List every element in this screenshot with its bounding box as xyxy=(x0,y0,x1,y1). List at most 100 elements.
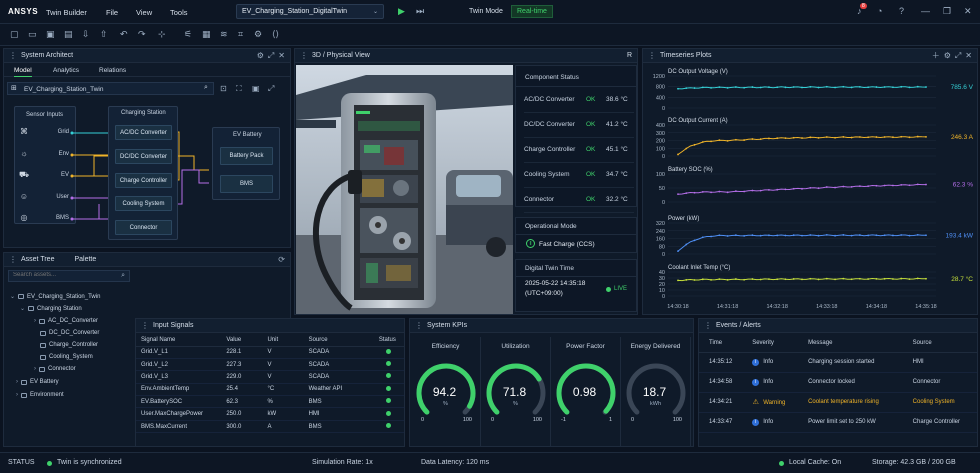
table-row[interactable]: 14:33:47 i Info Power limit set to 250 kW Ch… xyxy=(699,412,977,433)
undo-icon[interactable]: ↶ xyxy=(120,29,128,40)
export-icon[interactable]: ⇩ xyxy=(82,29,90,40)
open-folder-icon[interactable]: ▭ xyxy=(28,29,37,40)
fast-forward-icon[interactable]: ⏭ xyxy=(416,6,424,17)
col-time[interactable]: Time xyxy=(699,334,743,353)
drag-handle-icon[interactable]: ⋮ xyxy=(648,51,656,60)
signal-cell: A xyxy=(262,420,304,434)
block-battery-pack[interactable]: Battery Pack xyxy=(220,147,273,165)
tree-item[interactable]: ⌄ EV_Charging_Station_Twin xyxy=(10,293,100,301)
refresh-icon[interactable]: ⟳ xyxy=(278,255,285,264)
block-connector[interactable]: Connector xyxy=(115,220,172,235)
table-row[interactable]: Env.AmbientTemp 25.4 °C Weather API xyxy=(136,383,404,397)
drag-handle-icon[interactable]: ⋮ xyxy=(704,321,712,330)
col-source[interactable]: Source xyxy=(902,334,977,353)
col-message[interactable]: Message xyxy=(798,334,903,353)
block-charge-controller[interactable]: Charge Controller xyxy=(115,173,172,188)
twin-mode-badge[interactable]: Real-time xyxy=(511,5,553,18)
chart-4[interactable]: Coolant Inlet Temp (°C)40302010028.7 °C xyxy=(659,265,973,300)
expand-icon[interactable]: ⤢ xyxy=(955,51,961,60)
block-bms[interactable]: BMS xyxy=(220,175,273,193)
help-icon[interactable]: ? xyxy=(899,6,904,16)
menu-tools[interactable]: Tools xyxy=(170,8,188,17)
timeseries-charts[interactable]: DC Output Voltage (V)12008004000785.6 V D… xyxy=(642,64,978,316)
asset-icon xyxy=(18,294,25,299)
card-title: Operational Mode xyxy=(525,223,577,230)
add-icon[interactable]: ＋ xyxy=(932,51,940,60)
save-as-icon[interactable]: ▤ xyxy=(64,29,73,40)
block-ac-dc-converter[interactable]: AC/DC Converter xyxy=(115,125,172,140)
chip-icon[interactable]: ⌗ xyxy=(238,29,243,40)
table-row[interactable]: EV.BatterySOC 62.3% BMS xyxy=(136,395,404,409)
table-row[interactable]: 14:35:12 i Info Charging session started HMI xyxy=(699,352,977,373)
component-row[interactable]: Cooling System OK 34.7 °C xyxy=(524,162,634,188)
tab-palette[interactable]: Palette xyxy=(74,256,96,263)
col-header[interactable]: Value xyxy=(221,334,263,347)
event-severity: i Info xyxy=(742,412,799,433)
close-icon[interactable]: ✕ xyxy=(965,51,972,60)
tree-item[interactable]: › EV Battery xyxy=(16,379,59,385)
event-time: 14:35:12 xyxy=(699,352,743,373)
chart-3[interactable]: Power (kW)320 240 16080 0 193.4 kW xyxy=(656,216,974,258)
tree-item[interactable]: › Connector xyxy=(34,366,76,372)
component-row[interactable]: AC/DC Converter OK 38.6 °C xyxy=(524,87,634,113)
col-severity[interactable]: Severity xyxy=(742,334,799,353)
grid-icon[interactable]: ▦ xyxy=(202,29,211,40)
redo-icon[interactable]: ↷ xyxy=(138,29,146,40)
twin-time-card: Digital Twin Time 2025-05-22 14:35:18 (U… xyxy=(515,259,637,312)
data-point xyxy=(768,137,770,140)
component-row[interactable]: DC/DC Converter OK 41.2 °C xyxy=(524,112,634,138)
chart-0[interactable]: DC Output Voltage (V)1200 800 400 0 785.6 V xyxy=(653,69,974,112)
play-icon[interactable]: ▶ xyxy=(398,6,405,17)
restore-icon[interactable]: ❐ xyxy=(943,6,951,17)
component-row[interactable]: Connector OK 32.2 °C xyxy=(524,187,634,213)
reset-view-button[interactable]: R xyxy=(627,52,632,59)
save-icon[interactable]: ▣ xyxy=(46,29,55,40)
block-cooling-system[interactable]: Cooling System xyxy=(115,196,172,211)
gauge-icon[interactable]: ◔ xyxy=(877,6,882,16)
menu-view[interactable]: View xyxy=(136,8,152,17)
settings-icon[interactable]: ⚙ xyxy=(254,29,262,40)
table-row[interactable]: User.MaxChargePower 250.0 kW HMI xyxy=(136,407,404,421)
new-icon[interactable]: ▢ xyxy=(10,29,19,40)
minimize-icon[interactable]: — xyxy=(921,6,930,16)
col-header[interactable]: Signal Name xyxy=(136,334,222,347)
tree-item[interactable]: DC_DC_Converter xyxy=(34,330,99,336)
connect-icon[interactable]: ⊹ xyxy=(158,29,166,40)
asset-search[interactable]: ⌕ xyxy=(8,270,130,282)
close-icon[interactable]: ✕ xyxy=(964,6,972,17)
drag-handle-icon[interactable]: ⋮ xyxy=(141,321,149,330)
table-row[interactable]: 14:34:58 i Info Connector locked Connector xyxy=(699,372,977,393)
settings-icon[interactable]: ⚙ xyxy=(944,51,951,60)
layers-icon[interactable]: ≋ xyxy=(220,29,228,40)
project-select[interactable]: EV_Charging_Station_DigitalTwin ⌄ xyxy=(236,4,384,19)
code-icon[interactable]: ⟨⟩ xyxy=(272,29,279,40)
drag-handle-icon[interactable]: ⋮ xyxy=(300,51,308,60)
menu-file[interactable]: File xyxy=(106,8,118,17)
tree-item[interactable]: › Environment xyxy=(16,392,64,398)
signal-cell: EV.BatterySOC xyxy=(136,395,222,409)
tree-item[interactable]: › AC_DC_Converter xyxy=(34,318,98,324)
col-header[interactable]: Unit xyxy=(262,334,304,347)
table-row[interactable]: Grid.V_L1 228.1 V SCADA xyxy=(136,346,404,359)
asset-icon xyxy=(39,318,45,324)
block-dc-dc-converter[interactable]: DC/DC Converter xyxy=(115,149,172,164)
table-row[interactable]: Grid.V_L2 227.3 V SCADA xyxy=(136,358,404,372)
table-row[interactable]: Grid.V_L3 229.0 V SCADA xyxy=(136,370,404,384)
data-point xyxy=(743,234,746,237)
drag-handle-icon[interactable]: ⋮ xyxy=(9,255,17,264)
import-icon[interactable]: ⇧ xyxy=(100,29,108,40)
chart-2[interactable]: Battery SOC (%)100 50 0 62.3 % xyxy=(656,167,973,206)
col-header[interactable]: Status xyxy=(373,334,404,347)
component-row[interactable]: Charge Controller OK 45.1 °C xyxy=(524,137,634,163)
tree-item[interactable]: Charge_Controller xyxy=(34,342,98,348)
tune-icon[interactable]: ⚟ xyxy=(184,29,192,40)
chart-1[interactable]: DC Output Current (A)400 300 200100 0 246.3 … xyxy=(656,118,974,160)
tree-item[interactable]: ⌄ Charging Station xyxy=(20,305,82,313)
charger-3d-render[interactable] xyxy=(296,65,513,314)
table-row[interactable]: 14:34:21 ⚠ Warning Coolant temperature risi… xyxy=(699,392,977,413)
tree-item[interactable]: Cooling_System xyxy=(34,354,93,360)
drag-handle-icon[interactable]: ⋮ xyxy=(415,321,423,330)
col-header[interactable]: Source xyxy=(303,334,374,347)
table-row[interactable]: BMS.MaxCurrent 300.0 A BMS xyxy=(136,420,404,434)
search-input[interactable] xyxy=(9,272,109,278)
